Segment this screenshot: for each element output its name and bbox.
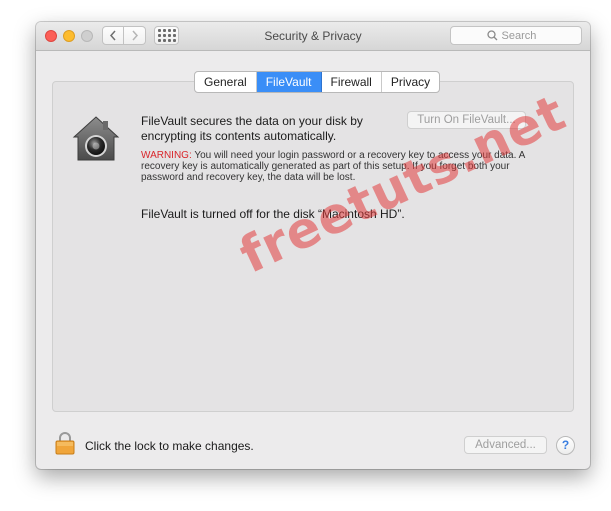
advanced-button[interactable]: Advanced...: [464, 436, 547, 454]
tab-general[interactable]: General: [195, 72, 257, 92]
tab-privacy[interactable]: Privacy: [382, 72, 439, 92]
search-input[interactable]: [501, 29, 546, 42]
warning-text: You will need your login password or a r…: [141, 150, 525, 183]
filevault-house-icon: [72, 116, 120, 161]
tab-filevault[interactable]: FileVault: [256, 72, 322, 92]
turn-on-filevault-button[interactable]: Turn On FileVault...: [407, 111, 526, 129]
window-title: Security & Privacy: [264, 29, 362, 43]
back-button[interactable]: [102, 26, 124, 45]
minimize-button[interactable]: [63, 30, 75, 42]
search-icon: [486, 30, 497, 41]
search-field[interactable]: [450, 26, 582, 45]
grid-icon: [157, 29, 176, 42]
tab-firewall[interactable]: Firewall: [322, 72, 382, 92]
show-all-button[interactable]: [154, 26, 179, 45]
preferences-window: Security & Privacy General FileVault Fir…: [36, 22, 590, 469]
lock-icon[interactable]: [55, 431, 75, 455]
filevault-warning: WARNING: You will need your login passwo…: [141, 150, 541, 183]
forward-button[interactable]: [124, 26, 146, 45]
zoom-button: [81, 30, 93, 42]
filevault-status: FileVault is turned off for the disk “Ma…: [141, 207, 405, 221]
warning-label: WARNING:: [141, 150, 192, 161]
tab-bar: General FileVault Firewall Privacy: [194, 71, 441, 93]
chevron-right-icon: [131, 30, 138, 41]
lock-instruction: Click the lock to make changes.: [85, 439, 254, 453]
chevron-left-icon: [109, 30, 116, 41]
help-button[interactable]: ?: [556, 436, 575, 455]
title-bar: Security & Privacy: [36, 22, 590, 51]
filevault-description: FileVault secures the data on your disk …: [141, 114, 363, 143]
close-button[interactable]: [45, 30, 57, 42]
